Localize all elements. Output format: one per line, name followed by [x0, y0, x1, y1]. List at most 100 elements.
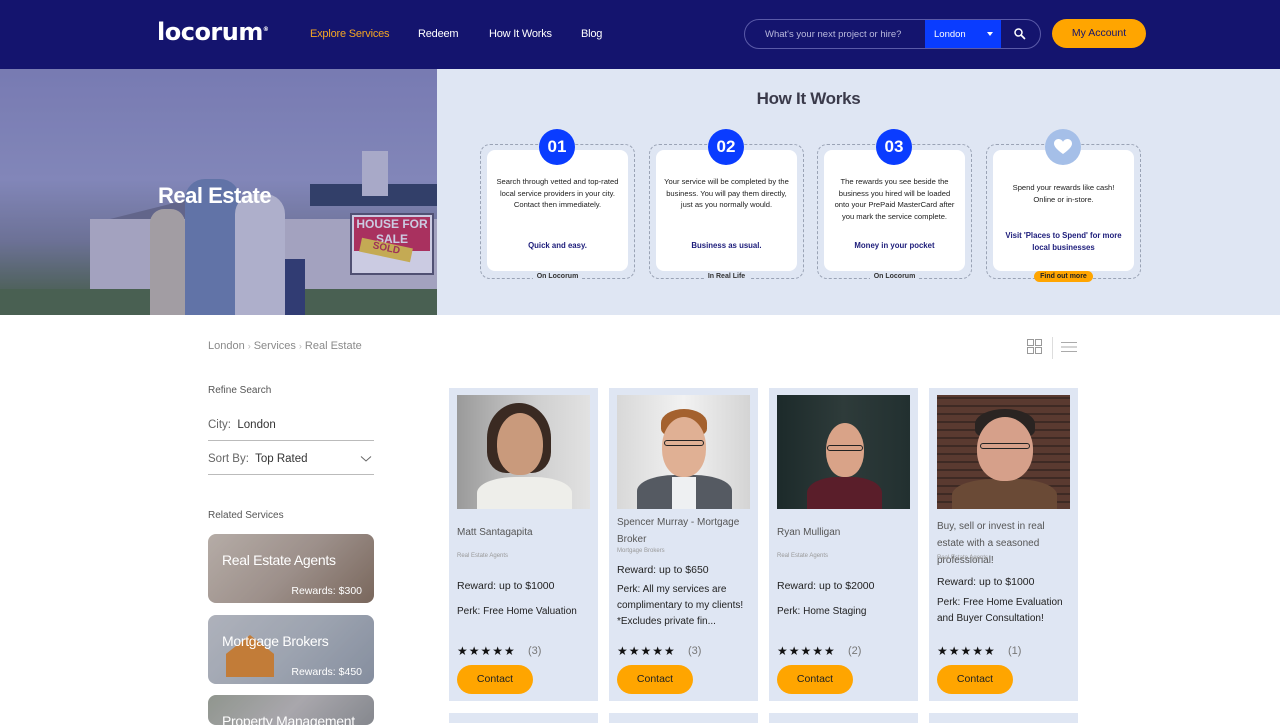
caret-down-icon — [987, 32, 993, 36]
listing-card[interactable]: Matt Santagapita Real Estate Agents Rewa… — [449, 388, 598, 701]
how-it-works-section: How It Works Search through vetted and t… — [437, 69, 1280, 315]
listing-card[interactable]: Buy, sell or invest in real estate with … — [929, 388, 1078, 701]
step-card: Your service will be completed by the bu… — [656, 150, 797, 271]
related-service-title: Real Estate Agents — [222, 552, 336, 568]
star-rating: ★★★★★ — [617, 644, 676, 658]
review-count[interactable]: (3) — [528, 645, 541, 657]
city-select[interactable]: London — [925, 20, 1001, 48]
search-icon[interactable] — [1013, 27, 1027, 41]
review-count[interactable]: (3) — [688, 645, 701, 657]
grid-view-icon[interactable] — [1027, 339, 1042, 354]
step-description: Spend your rewards like cash! Online or … — [1012, 183, 1115, 204]
provider-category: Real Estate Agents — [777, 553, 829, 559]
related-service-rewards: Rewards: $450 — [291, 666, 362, 678]
provider-name[interactable]: Matt Santagapita — [457, 524, 592, 541]
provider-photo — [617, 395, 750, 509]
related-services-title: Related Services — [208, 510, 284, 521]
contact-button[interactable]: Contact — [937, 665, 1013, 694]
listing-card[interactable] — [449, 713, 598, 723]
listing-card[interactable]: Ryan Mulligan Real Estate Agents Reward:… — [769, 388, 918, 701]
breadcrumb: London › Services › Real Estate — [208, 340, 362, 352]
provider-name[interactable]: Spencer Murray - Mortgage Broker — [617, 514, 752, 548]
review-count[interactable]: (2) — [848, 645, 861, 657]
step-number-badge: 03 — [876, 129, 912, 165]
breadcrumb-london[interactable]: London — [208, 340, 245, 352]
related-service-title: Mortgage Brokers — [222, 633, 329, 649]
step-card: Search through vetted and top-rated loca… — [487, 150, 628, 271]
provider-name[interactable]: Ryan Mulligan — [777, 524, 912, 541]
top-navigation-bar: locorum® Explore Services Redeem How It … — [0, 0, 1280, 69]
nav-how-it-works[interactable]: How It Works — [489, 28, 552, 40]
how-it-works-title: How It Works — [756, 89, 861, 108]
how-step-2: Your service will be completed by the bu… — [649, 129, 804, 280]
logo-text: locorum — [157, 18, 263, 46]
breadcrumb-services[interactable]: Services — [254, 340, 296, 352]
contact-button[interactable]: Contact — [617, 665, 693, 694]
how-step-3: The rewards you see beside the business … — [817, 129, 972, 280]
contact-button[interactable]: Contact — [777, 665, 853, 694]
provider-reward: Reward: up to $2000 — [777, 580, 875, 592]
photo-shirt — [672, 477, 696, 509]
step-footer-label: In Real Life — [703, 273, 750, 280]
sort-by-label: Sort By: — [208, 453, 249, 465]
step-description: The rewards you see beside the business … — [834, 177, 955, 221]
search-bar: What's your next project or hire? London — [744, 19, 1041, 49]
how-step-1: Search through vetted and top-rated loca… — [480, 129, 635, 280]
step-tagline: Business as usual. — [691, 241, 762, 250]
step-card: Spend your rewards like cash! Online or … — [993, 150, 1134, 271]
step-footer-label: On Locorum — [869, 273, 920, 280]
city-select-value: London — [934, 29, 966, 40]
step-description: Your service will be completed by the bu… — [664, 177, 789, 209]
provider-name[interactable]: Buy, sell or invest in real estate with … — [937, 518, 1072, 569]
review-count[interactable]: (1) — [1008, 645, 1021, 657]
provider-category: Real Estate Agents — [937, 555, 989, 561]
nav-redeem[interactable]: Redeem — [418, 28, 459, 40]
search-input[interactable]: What's your next project or hire? — [765, 29, 901, 40]
step-link[interactable]: Visit 'Places to Spend' for more local b… — [999, 230, 1128, 253]
sort-by-select[interactable]: Sort By: Top Rated — [208, 453, 374, 475]
provider-reward: Reward: up to $650 — [617, 564, 709, 576]
registered-mark: ® — [262, 26, 269, 33]
photo-face — [497, 413, 543, 475]
photo-glasses — [664, 440, 704, 446]
star-rating: ★★★★★ — [777, 644, 836, 658]
nav-explore-services[interactable]: Explore Services — [310, 28, 390, 40]
listing-card[interactable] — [769, 713, 918, 723]
city-field-value: London — [237, 419, 276, 431]
nav-blog[interactable]: Blog — [581, 28, 602, 40]
city-field[interactable]: City: London — [208, 419, 374, 441]
sort-by-value: Top Rated — [255, 453, 308, 465]
step-description: Search through vetted and top-rated loca… — [496, 177, 619, 209]
related-service-title: Property Management — [222, 713, 355, 725]
photo-glasses — [827, 445, 863, 451]
find-out-more-button[interactable]: Find out more — [1034, 271, 1093, 282]
step-footer: Find out more — [987, 265, 1140, 283]
locorum-logo[interactable]: locorum® — [157, 18, 269, 46]
provider-photo — [937, 395, 1070, 509]
provider-photo — [457, 395, 590, 509]
listing-card[interactable]: Spencer Murray - Mortgage Broker Mortgag… — [609, 388, 758, 701]
related-service-property-management[interactable]: Property Management — [208, 695, 374, 725]
related-service-mortgage-brokers[interactable]: Mortgage Brokers Rewards: $450 — [208, 615, 374, 684]
step-number-badge: 01 — [539, 129, 575, 165]
step-number-badge: 02 — [708, 129, 744, 165]
star-rating: ★★★★★ — [937, 644, 996, 658]
contact-button[interactable]: Contact — [457, 665, 533, 694]
provider-photo — [777, 395, 910, 509]
step-tagline: Money in your pocket — [854, 241, 935, 250]
provider-perk: Perk: All my services are complimentary … — [617, 584, 744, 627]
provider-reward: Reward: up to $1000 — [937, 576, 1035, 588]
photo-jacket — [807, 477, 882, 509]
list-view-icon[interactable] — [1061, 341, 1077, 353]
my-account-button[interactable]: My Account — [1052, 19, 1146, 48]
related-service-real-estate-agents[interactable]: Real Estate Agents Rewards: $300 — [208, 534, 374, 603]
step-heart-badge — [1045, 129, 1081, 165]
photo-face — [662, 417, 706, 477]
listing-card[interactable] — [929, 713, 1078, 723]
related-service-rewards: Rewards: $300 — [291, 585, 362, 597]
photo-glasses — [980, 443, 1030, 449]
listing-card[interactable] — [609, 713, 758, 723]
provider-perk: Perk: Free Home Evaluation and Buyer Con… — [937, 597, 1063, 624]
view-toggle-divider — [1052, 337, 1053, 359]
step-footer-label: On Locorum — [532, 273, 583, 280]
